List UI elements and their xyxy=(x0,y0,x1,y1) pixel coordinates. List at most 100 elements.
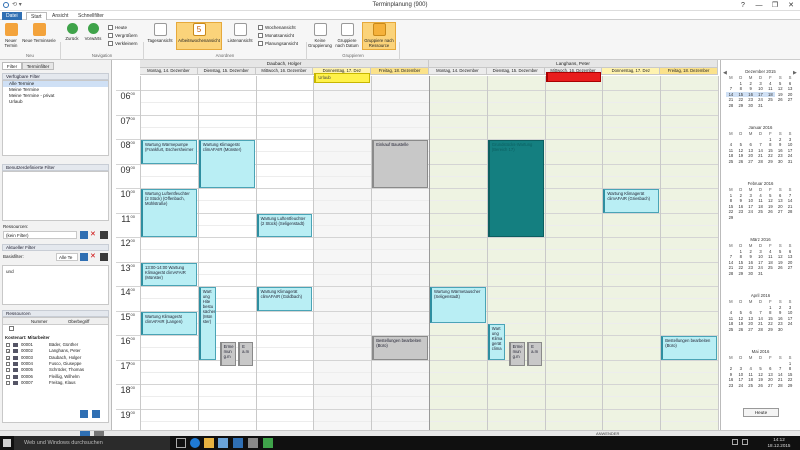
volume-icon[interactable] xyxy=(742,439,748,445)
appointment[interactable]: Wartung Luftentfeuchter (2 Stück) (Offen… xyxy=(141,189,197,237)
tab-schnellfilter[interactable]: Schnellfilter xyxy=(74,12,108,20)
day-cell[interactable]: 27 xyxy=(746,159,756,165)
day-cell[interactable]: 25 xyxy=(726,327,736,333)
day-cell[interactable]: 27 xyxy=(765,383,775,389)
appointment[interactable]: Wartung Klimagerät climAFAIR (Münster) xyxy=(198,140,255,188)
listenansicht-button[interactable]: Listenansicht xyxy=(226,23,254,43)
basisfilter-select[interactable]: Alle Te xyxy=(56,253,78,261)
filter-item[interactable]: Urlaub xyxy=(3,99,108,105)
appointment-red[interactable] xyxy=(545,71,602,82)
day-cell[interactable] xyxy=(785,103,795,109)
resource-group[interactable]: Kostenart: Mitarbeiter xyxy=(5,335,50,341)
resource-checkbox[interactable] xyxy=(6,368,10,373)
clock-time[interactable]: 14:12 xyxy=(764,437,794,442)
col-nummer[interactable]: Nummer xyxy=(31,319,47,324)
resource-row[interactable]: ✓ 00002 Langhans, Peter xyxy=(3,348,108,354)
day-cell[interactable]: 31 xyxy=(785,159,795,165)
store-icon[interactable] xyxy=(218,438,228,448)
resource-checkbox[interactable] xyxy=(6,361,10,366)
day-cell[interactable] xyxy=(775,103,785,109)
day-cell[interactable]: 29 xyxy=(765,159,775,165)
day-cell[interactable]: 28 xyxy=(726,103,736,109)
resource-row[interactable]: 00006 Fleißig, Wilhelm xyxy=(3,374,108,380)
day-cell[interactable]: 30 xyxy=(775,327,785,333)
clear-filter-icon[interactable]: ✕ xyxy=(90,231,98,239)
appointment[interactable]: Wartung Klimagerät climAFAIR (Griesbach) xyxy=(603,189,660,213)
app-icon[interactable] xyxy=(233,438,243,448)
task-view-icon[interactable] xyxy=(176,438,186,448)
day-cell[interactable] xyxy=(775,215,785,221)
heute-ribbon-button[interactable]: Heute xyxy=(108,24,127,31)
edge-icon[interactable] xyxy=(190,438,200,448)
network-icon[interactable] xyxy=(732,439,738,445)
appointment[interactable]: Bestellungen bearbeiten (Büro) xyxy=(372,336,428,360)
day-cell[interactable]: 26 xyxy=(736,159,746,165)
gruppiere-datum-button[interactable]: Gruppiere nach Datum xyxy=(334,23,360,48)
vorwaerts-button[interactable]: Vorwärts xyxy=(82,23,104,41)
day-cell[interactable] xyxy=(756,215,766,221)
appointment[interactable]: Wartung Klimagerät climAFAIR (Goldbach) xyxy=(256,287,313,311)
day-cell[interactable]: 30 xyxy=(775,159,785,165)
help-button[interactable]: ? xyxy=(736,1,750,10)
day-cell[interactable]: 26 xyxy=(756,383,766,389)
filter-edit-icon[interactable] xyxy=(100,231,108,239)
appointment[interactable]: Einkauf Baustelle xyxy=(372,140,428,188)
day-cell[interactable] xyxy=(785,327,795,333)
day-cell[interactable]: 23 xyxy=(726,383,736,389)
appointment[interactable]: E a.m xyxy=(527,342,543,366)
minimize-button[interactable]: — xyxy=(752,1,766,10)
appointment[interactable]: 13:00-14:00 Wartung Klimagerät climAFAIR… xyxy=(141,262,197,286)
day-cell[interactable]: 28 xyxy=(775,383,785,389)
planungsansicht-button[interactable]: Planungsansicht xyxy=(258,40,298,47)
filter-icon[interactable] xyxy=(80,231,88,239)
resource-action-icon[interactable] xyxy=(92,410,100,418)
day-cell[interactable]: 31 xyxy=(756,271,766,277)
explorer-icon[interactable] xyxy=(204,438,214,448)
filter-icon[interactable] xyxy=(80,253,88,261)
zurueck-button[interactable]: Zurück xyxy=(63,23,81,41)
resource-row[interactable]: 00005 Schröder, Thomas xyxy=(3,367,108,373)
tab-ansicht[interactable]: Ansicht xyxy=(48,12,72,20)
tab-terminfilter[interactable]: Terminfilter xyxy=(22,62,54,70)
filter-edit-icon[interactable] xyxy=(100,253,108,261)
day-cell[interactable] xyxy=(746,215,756,221)
resource-checkbox[interactable] xyxy=(6,380,10,385)
day-cell[interactable] xyxy=(785,271,795,277)
tagesansicht-button[interactable]: Tagesansicht xyxy=(146,23,174,43)
resource-checkbox[interactable] xyxy=(6,343,10,347)
appointment[interactable]: Wartung Klimagerät climAFAIR (Langen) xyxy=(141,311,197,335)
neuer-termin-button[interactable]: Neuer Termin xyxy=(2,23,20,48)
day-cell[interactable]: 31 xyxy=(756,103,766,109)
day-cell[interactable] xyxy=(775,271,785,277)
search-box[interactable]: Web und Windows durchsuchen xyxy=(14,436,170,450)
vergroessern-button[interactable]: Vergrößern xyxy=(108,32,138,39)
day-cell[interactable]: 26 xyxy=(736,327,746,333)
app-icon[interactable] xyxy=(248,438,258,448)
monatsansicht-button[interactable]: Monatsansicht xyxy=(258,32,294,39)
resource-row[interactable]: ✓ 00003 Daubach, Holger xyxy=(3,355,108,361)
appointment[interactable]: Wart ung Hite bestu sächer (Mün ster) xyxy=(198,287,216,360)
day-cell[interactable] xyxy=(736,215,746,221)
wochenansicht-button[interactable]: Wochenansicht xyxy=(258,24,296,31)
maximize-button[interactable]: ❐ xyxy=(768,1,782,10)
gruppiere-ressource-button[interactable]: Gruppiere nach Ressource xyxy=(362,22,396,50)
appointment[interactable]: Wartung Wärmetauscher (Seligenstadt) xyxy=(430,287,486,323)
day-cell[interactable]: 30 xyxy=(746,271,756,277)
heute-button[interactable]: Heute xyxy=(743,408,779,417)
resource-row[interactable]: 00001 Bäder, Günther xyxy=(3,342,108,348)
resource-checkbox[interactable] xyxy=(6,374,10,379)
resource-checkbox[interactable]: ✓ xyxy=(6,355,10,360)
resource-checkbox[interactable]: ✓ xyxy=(6,349,10,354)
appointment[interactable]: E a.m xyxy=(238,342,254,366)
appointment[interactable]: Wart ung Klima gerät clima xyxy=(487,323,505,360)
day-cell[interactable]: 28 xyxy=(756,327,766,333)
day-cell[interactable] xyxy=(765,103,775,109)
resource-action-icon[interactable] xyxy=(80,410,88,418)
day-cell[interactable]: 25 xyxy=(746,383,756,389)
day-cell[interactable]: 30 xyxy=(746,103,756,109)
day-cell[interactable] xyxy=(765,215,775,221)
day-cell[interactable]: 29 xyxy=(736,103,746,109)
day-cell[interactable]: 24 xyxy=(736,383,746,389)
resource-row[interactable]: 00007 Freitag, Klaus xyxy=(3,380,108,386)
verkleinern-button[interactable]: Verkleinern xyxy=(108,40,138,47)
